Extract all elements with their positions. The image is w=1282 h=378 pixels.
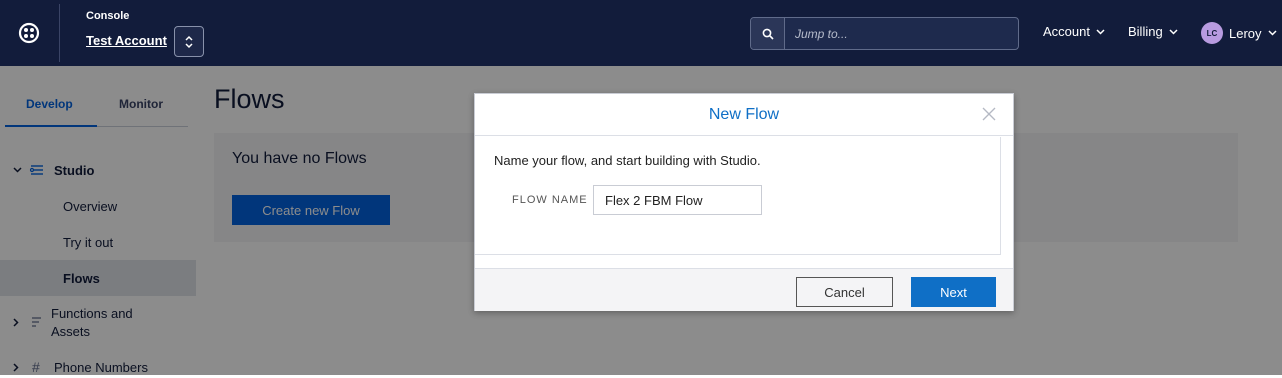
flow-name-input[interactable]: [593, 185, 762, 215]
chevron-down-icon: [1096, 28, 1105, 35]
account-name-link[interactable]: Test Account: [86, 33, 167, 48]
billing-menu-label: Billing: [1128, 24, 1163, 39]
cancel-button[interactable]: Cancel: [796, 277, 893, 307]
billing-menu[interactable]: Billing: [1128, 24, 1178, 39]
search-button[interactable]: [751, 18, 785, 49]
account-switcher-button[interactable]: [174, 26, 204, 57]
avatar: LC: [1201, 22, 1223, 44]
modal-title: New Flow: [708, 106, 780, 123]
account-menu[interactable]: Account: [1043, 24, 1105, 39]
new-flow-modal: New Flow Name your flow, and start build…: [474, 93, 1014, 311]
account-menu-label: Account: [1043, 24, 1090, 39]
user-menu[interactable]: LC Leroy: [1201, 22, 1277, 44]
top-bar: Console Test Account Account Billing LC …: [0, 0, 1282, 66]
console-label: Console: [86, 10, 130, 22]
search-bar: [750, 17, 1019, 50]
twilio-logo-icon[interactable]: [18, 22, 40, 44]
top-divider: [59, 4, 60, 62]
search-icon: [762, 28, 774, 40]
modal-footer: Cancel Next: [475, 268, 1013, 311]
user-name: Leroy: [1229, 25, 1262, 41]
chevron-down-icon: [1169, 28, 1178, 35]
modal-header: New Flow: [475, 94, 1013, 136]
next-button[interactable]: Next: [911, 277, 996, 307]
chevron-up-down-icon: [185, 35, 193, 48]
modal-description: Name your flow, and start building with …: [494, 153, 761, 168]
close-icon[interactable]: [981, 106, 997, 122]
chevron-down-icon: [1268, 30, 1277, 36]
search-input[interactable]: [785, 18, 1018, 49]
modal-body: Name your flow, and start building with …: [475, 137, 1001, 255]
flow-name-label: FLOW NAME: [512, 194, 588, 206]
